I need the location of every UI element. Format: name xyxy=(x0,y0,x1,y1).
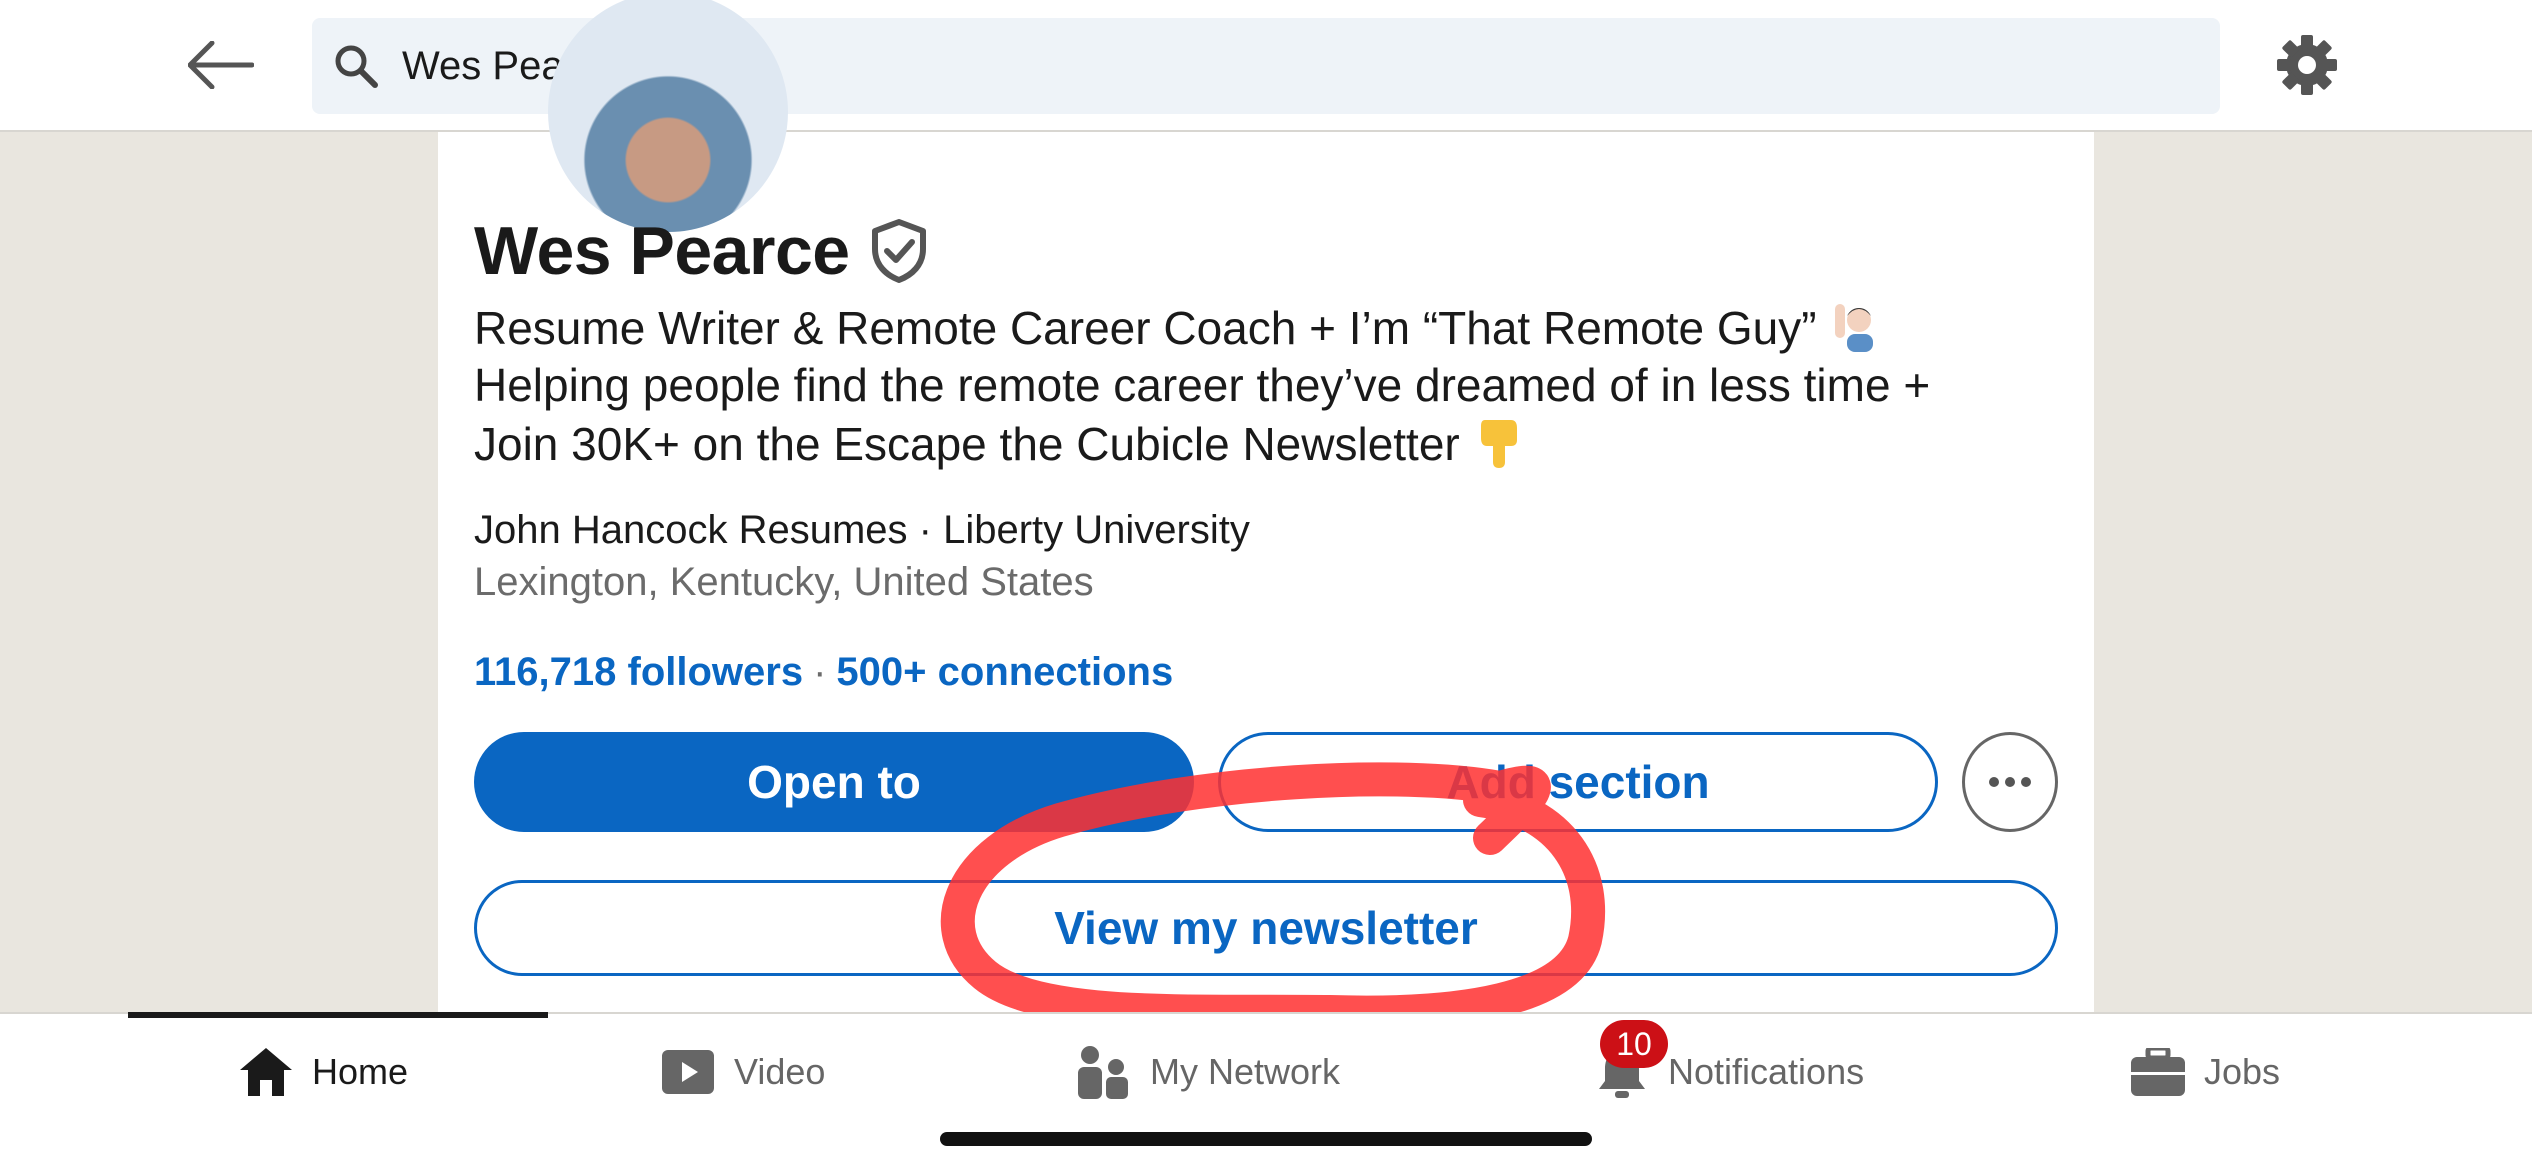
nav-home[interactable]: Home xyxy=(238,1032,408,1112)
followers-link[interactable]: 116,718 followers xyxy=(474,650,803,694)
profile-stats: 116,718 followers · 500+ connections xyxy=(474,650,1173,695)
notifications-badge: 10 xyxy=(1600,1020,1668,1068)
profile-name: Wes Pearce xyxy=(474,213,850,289)
more-button[interactable] xyxy=(1962,732,2058,832)
nav-video-label: Video xyxy=(734,1051,826,1092)
active-tab-indicator xyxy=(128,1012,548,1018)
name-row: Wes Pearce xyxy=(474,212,930,290)
nav-jobs-label: Jobs xyxy=(2204,1051,2281,1092)
page-background-left xyxy=(0,132,438,1012)
connections-link[interactable]: 500+ connections xyxy=(836,650,1173,694)
back-button[interactable] xyxy=(186,30,256,100)
raising-hand-emoji-icon xyxy=(1835,304,1874,352)
nav-my-network-label: My Network xyxy=(1150,1051,1341,1092)
home-indicator-bar xyxy=(940,1132,1592,1146)
people-icon xyxy=(1076,1044,1132,1100)
home-icon xyxy=(238,1044,294,1100)
more-horizontal-icon xyxy=(1989,777,2031,787)
profile-headline: Resume Writer & Remote Career Coach + I’… xyxy=(474,298,2074,473)
top-bar xyxy=(0,0,2532,132)
open-to-button[interactable]: Open to xyxy=(474,732,1194,832)
company-education[interactable]: John Hancock Resumes · Liberty Universit… xyxy=(474,508,1250,553)
gear-icon xyxy=(2277,35,2337,95)
arrow-left-icon xyxy=(188,41,254,89)
headline-line-3: Join 30K+ on the Escape the Cubicle News… xyxy=(474,418,1460,470)
add-section-button[interactable]: Add section xyxy=(1218,732,1938,832)
page-background-right xyxy=(2094,132,2532,1012)
headline-line-1: Resume Writer & Remote Career Coach + I’… xyxy=(474,302,1817,354)
nav-my-network[interactable]: My Network xyxy=(1076,1032,1340,1112)
profile-location: Lexington, Kentucky, United States xyxy=(474,560,1094,604)
bottom-navigation: Home Video My Network 10 Notifications J… xyxy=(0,1012,2532,1170)
nav-video[interactable]: Video xyxy=(660,1032,825,1112)
briefcase-icon xyxy=(2130,1044,2186,1100)
search-icon xyxy=(332,42,380,90)
video-play-icon xyxy=(660,1044,716,1100)
pointing-down-emoji-icon xyxy=(1480,420,1517,468)
nav-notifications-label: Notifications xyxy=(1668,1051,1865,1092)
avatar[interactable] xyxy=(548,0,788,232)
nav-home-label: Home xyxy=(312,1051,409,1092)
view-newsletter-button[interactable]: View my newsletter xyxy=(474,880,2058,976)
nav-jobs[interactable]: Jobs xyxy=(2130,1032,2280,1112)
verified-shield-icon[interactable] xyxy=(870,219,930,283)
headline-line-2: Helping people find the remote career th… xyxy=(474,359,1931,411)
stats-separator: · xyxy=(813,650,827,694)
profile-card: Wes Pearce Resume Writer & Remote Career… xyxy=(438,0,2094,1012)
settings-button[interactable] xyxy=(2274,32,2340,98)
